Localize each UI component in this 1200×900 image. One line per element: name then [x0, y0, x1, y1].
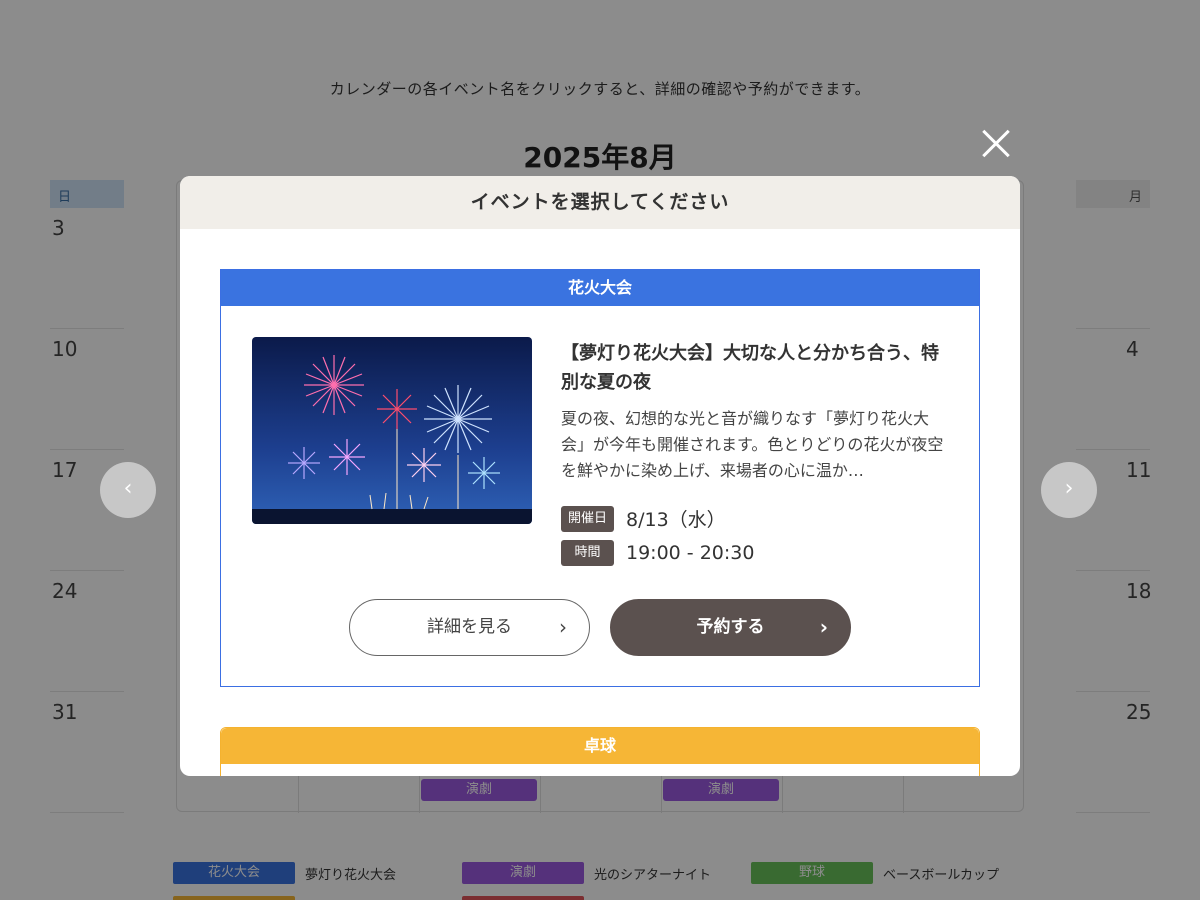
- chevron-right-icon: ›: [559, 615, 567, 639]
- prev-event-arrow-icon[interactable]: ‹: [100, 462, 156, 518]
- event-description: 夏の夜、幻想的な光と音が織りなす「夢灯り花火大会」が今年も開催されます。色とりど…: [561, 409, 944, 480]
- event-category-label: 卓球: [221, 728, 979, 764]
- reserve-label: 予約する: [696, 617, 765, 637]
- close-icon[interactable]: [976, 124, 1016, 164]
- view-details-label: 詳細を見る: [427, 617, 512, 637]
- date-badge: 開催日: [561, 505, 614, 532]
- event-select-modal: イベントを選択してください 花火大会 【夢灯り花火大会】大切な人と分かち合う、特…: [180, 176, 1020, 776]
- modal-body[interactable]: 花火大会 【夢灯り花火大会】大切な人と分かち合う、特別な夏の夜 夏の夜、幻想的な…: [180, 229, 1020, 776]
- next-event-arrow-icon[interactable]: ›: [1041, 462, 1097, 518]
- time-badge: 時間: [561, 540, 614, 566]
- reserve-button[interactable]: 予約する ›: [610, 599, 851, 656]
- chevron-right-icon: ›: [819, 615, 828, 639]
- event-category-label: 花火大会: [221, 270, 979, 306]
- fireworks-photo: [252, 337, 532, 524]
- time-value: 19:00 - 20:30: [626, 542, 755, 564]
- modal-title: イベントを選択してください: [180, 176, 1020, 229]
- view-details-button[interactable]: 詳細を見る ›: [349, 599, 590, 656]
- event-card: 卓球: [220, 727, 980, 776]
- fireworks-image-icon: [252, 337, 532, 524]
- date-value: 8/13（水）: [626, 509, 726, 531]
- event-title: 【夢灯り花火大会】大切な人と分かち合う、特別な夏の夜: [561, 343, 939, 393]
- event-date-row: 開催日 8/13（水）: [561, 505, 726, 532]
- event-card: 花火大会 【夢灯り花火大会】大切な人と分かち合う、特別な夏の夜 夏の夜、幻想的な…: [220, 269, 980, 687]
- event-time-row: 時間 19:00 - 20:30: [561, 540, 754, 566]
